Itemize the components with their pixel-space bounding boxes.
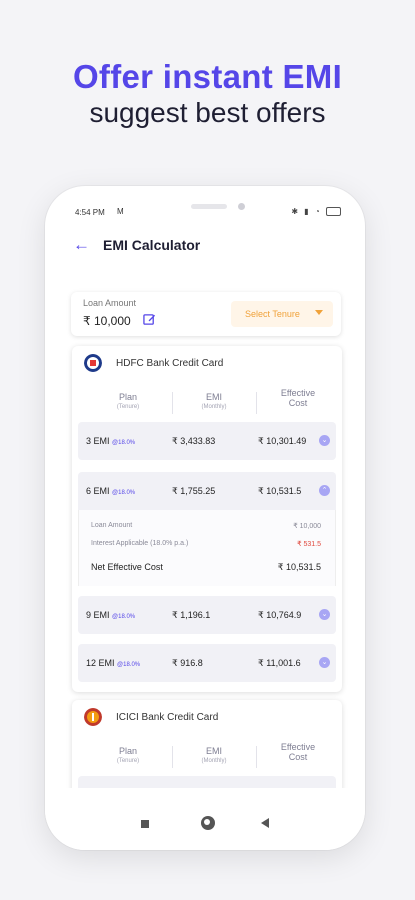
page-title: EMI Calculator — [103, 237, 201, 253]
detail-interest-label: Interest Applicable (18.0% p.a.) — [91, 540, 189, 547]
bank-card-hdfc: HDFC Bank Credit Card Plan (Tenure) EMI … — [72, 346, 342, 692]
android-nav-bar — [45, 798, 365, 850]
emi-row-partial[interactable] — [78, 776, 336, 788]
plan-label: 6 EMI — [86, 486, 110, 496]
table-header: Plan (Tenure) EMI (Monthly) Effective Co… — [78, 742, 336, 772]
emi-plan: 3 EMI @18.0% — [86, 436, 135, 446]
plan-rate: @18.0% — [112, 490, 136, 496]
bank-name: ICICI Bank Credit Card — [116, 712, 219, 723]
plan-rate: @18.0% — [117, 662, 141, 668]
divider — [172, 392, 173, 414]
header-plan-sub: (Tenure) — [116, 404, 140, 410]
plan-label: 3 EMI — [86, 436, 110, 446]
arrow-left-icon[interactable]: ← — [73, 234, 90, 256]
table-header: Plan (Tenure) EMI (Monthly) Effective Co… — [78, 388, 336, 418]
wifi-icon: ◔ — [314, 207, 322, 216]
emi-monthly: ₹ 1,755.25 — [172, 486, 216, 496]
emi-effective: ₹ 10,301.49 — [258, 436, 307, 446]
header-emi-sub: (Monthly) — [201, 758, 227, 764]
emi-monthly: ₹ 3,433.83 — [172, 436, 216, 446]
emi-detail-panel: Loan Amount ₹ 10,000 Interest Applicable… — [78, 510, 336, 586]
status-time: 4:54 PM — [75, 208, 105, 217]
bluetooth-icon: ✱ — [291, 207, 301, 216]
phone-frame: 4:54 PM M ✱ ▮ ◔ ← EMI Calculator Loan Am… — [45, 186, 365, 850]
bank-card-icici: ICICI Bank Credit Card Plan (Tenure) EMI… — [72, 700, 342, 788]
chevron-down-icon[interactable]: ⌄ — [319, 609, 330, 620]
header-plan: Plan (Tenure) — [88, 746, 168, 766]
select-tenure-label: Select Tenure — [245, 309, 300, 319]
chevron-down-icon[interactable]: ⌄ — [319, 435, 330, 446]
loan-amount-box: Loan Amount ₹ 10,000 Select Tenure — [71, 292, 341, 336]
plan-rate: @18.0% — [112, 614, 136, 620]
app-bar: ← EMI Calculator — [73, 234, 345, 258]
emi-plan: 9 EMI @18.0% — [86, 610, 135, 620]
header-emi-label: EMI — [205, 746, 222, 756]
loan-amount-value: ₹ 10,000 — [83, 314, 131, 328]
battery-icon — [326, 207, 341, 217]
promo-headline: Offer instant EMI — [72, 58, 343, 95]
recents-icon[interactable] — [141, 820, 149, 828]
hdfc-logo-icon — [84, 354, 102, 372]
header-eff-label-2: Cost — [288, 752, 308, 762]
status-icons: ✱ ▮ ◔ — [291, 207, 341, 217]
status-bar: 4:54 PM M ✱ ▮ ◔ — [75, 207, 341, 222]
select-tenure-button[interactable]: Select Tenure — [231, 301, 333, 327]
detail-loan-label: Loan Amount — [91, 522, 133, 529]
back-triangle-icon[interactable] — [261, 818, 269, 828]
header-eff-label: Effective — [280, 742, 316, 752]
emi-row-expanded[interactable]: 6 EMI @18.0% ₹ 1,755.25 ₹ 10,531.5 ⌃ — [78, 472, 336, 510]
emi-row[interactable]: 12 EMI @18.0% ₹ 916.8 ₹ 11,001.6 ⌄ — [78, 644, 336, 682]
header-emi: EMI (Monthly) — [176, 746, 252, 766]
bank-name: HDFC Bank Credit Card — [116, 358, 224, 369]
content-scroll[interactable]: Loan Amount ₹ 10,000 Select Tenure HDFC … — [65, 268, 365, 788]
detail-interest-value: ₹ 531.5 — [297, 541, 321, 548]
divider — [172, 746, 173, 768]
header-plan-label: Plan — [118, 392, 137, 402]
emi-row[interactable]: 3 EMI @18.0% ₹ 3,433.83 ₹ 10,301.49 ⌄ — [78, 422, 336, 460]
edit-icon[interactable] — [143, 313, 156, 326]
detail-net-label: Net Effective Cost — [91, 562, 163, 572]
header-plan-label: Plan — [118, 746, 137, 756]
plan-label: 12 EMI — [86, 658, 115, 668]
chevron-down-icon[interactable]: ⌄ — [319, 657, 330, 668]
mail-icon: M — [117, 207, 124, 216]
detail-net-value: ₹ 10,531.5 — [277, 562, 321, 572]
emi-effective: ₹ 10,531.5 — [258, 486, 302, 496]
header-eff-label: Effective — [280, 388, 316, 398]
plan-rate: @18.0% — [112, 440, 136, 446]
emi-row[interactable]: 9 EMI @18.0% ₹ 1,196.1 ₹ 10,764.9 ⌄ — [78, 596, 336, 634]
emi-effective: ₹ 11,001.6 — [258, 658, 301, 668]
header-plan-sub: (Tenure) — [116, 758, 140, 764]
header-effective: Effective Cost — [260, 388, 336, 408]
header-plan: Plan (Tenure) — [88, 392, 168, 412]
home-icon[interactable] — [201, 816, 215, 830]
divider — [256, 392, 257, 414]
emi-monthly: ₹ 916.8 — [172, 658, 203, 668]
plan-label: 9 EMI — [86, 610, 110, 620]
signal-icon: ▮ — [304, 207, 311, 216]
loan-amount-label: Loan Amount — [83, 298, 137, 308]
caret-down-icon — [315, 310, 323, 315]
detail-loan-value: ₹ 10,000 — [293, 523, 321, 530]
emi-plan: 12 EMI @18.0% — [86, 658, 140, 668]
header-emi: EMI (Monthly) — [176, 392, 252, 412]
chevron-up-icon[interactable]: ⌃ — [319, 485, 330, 496]
divider — [256, 746, 257, 768]
header-emi-sub: (Monthly) — [201, 404, 227, 410]
emi-effective: ₹ 10,764.9 — [258, 610, 302, 620]
emi-plan: 6 EMI @18.0% — [86, 486, 135, 496]
header-eff-label-2: Cost — [288, 398, 308, 408]
header-emi-label: EMI — [205, 392, 222, 402]
promo-subheadline: suggest best offers — [89, 97, 326, 128]
header-effective: Effective Cost — [260, 742, 336, 762]
emi-monthly: ₹ 1,196.1 — [172, 610, 211, 620]
icici-logo-icon — [84, 708, 102, 726]
promo-header: Offer instant EMI suggest best offers — [0, 58, 415, 130]
